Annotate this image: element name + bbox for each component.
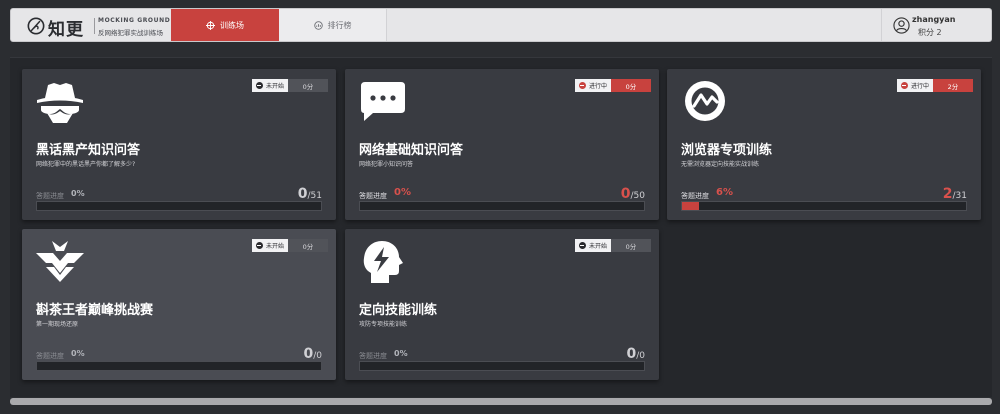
progress-percent: 0% <box>71 349 85 358</box>
card-subtitle: 网络犯罪中的黑话黑产你都了解多少? <box>36 161 136 168</box>
logo-icon <box>27 17 45 35</box>
progress-done: 2 <box>942 186 953 202</box>
card-subtitle: 无需浏览器定向技能实战训练 <box>681 161 760 168</box>
logo-name: 知更 <box>48 20 84 40</box>
card-subtitle: 第一期现场还原 <box>36 321 79 328</box>
training-card-tea-champion[interactable]: 未开始 0分 斟茶王者巅峰挑战赛 第一期现场还原 答题进度 0% 0/0 <box>22 229 336 380</box>
card-title: 网络基础知识问答 <box>359 143 464 158</box>
status-dot-icon <box>255 82 263 89</box>
card-title: 定向技能训练 <box>359 303 438 318</box>
crosshair-icon <box>206 21 215 30</box>
status-dot-icon <box>255 242 263 249</box>
progress-count: 0/50 <box>621 183 645 202</box>
progress-bar <box>36 201 322 211</box>
status-dot-icon <box>578 242 586 249</box>
progress-bar-fill <box>682 202 700 210</box>
card-title: 斟茶王者巅峰挑战赛 <box>36 303 154 318</box>
progress-total: /0 <box>636 351 645 361</box>
emblem-icon <box>36 241 84 282</box>
tab-training-ground[interactable]: 训练场 <box>171 9 279 41</box>
training-card-grid: 未开始 0分 黑话黑产知识问答 网络犯罪中的黑话黑产你都了解多少? 答题进度 0… <box>10 57 992 397</box>
logo-divider <box>94 18 95 34</box>
score-badge: 0分 <box>611 239 651 252</box>
progress-count: 2/31 <box>943 183 967 202</box>
progress-label: 答题进度 <box>359 192 387 200</box>
progress-percent: 0% <box>394 349 408 358</box>
card-title: 黑话黑产知识问答 <box>36 143 141 158</box>
progress-label: 答题进度 <box>359 352 387 360</box>
training-card-network-basics[interactable]: 进行中 0分 网络基础知识问答 网络犯罪小知识问答 答题进度 0% 0/50 <box>345 69 659 220</box>
progress-bar <box>359 201 645 211</box>
progress-done: 0 <box>303 346 314 362</box>
status-badge: 未开始 0分 <box>574 239 651 252</box>
status-label: 进行中 <box>910 83 929 90</box>
tab-leaderboard-label: 排行榜 <box>327 21 352 30</box>
user-score: 积分 2 <box>918 28 942 37</box>
status-dot-icon <box>578 82 586 89</box>
user-profile[interactable]: zhangyan 积分 2 <box>881 9 991 41</box>
spy-icon <box>37 83 83 123</box>
progress-bar <box>359 361 645 371</box>
card-subtitle: 网络犯罪小知识问答 <box>359 161 414 168</box>
tab-leaderboard[interactable]: 排行榜 <box>279 9 387 41</box>
status-badge: 进行中 0分 <box>574 79 651 92</box>
progress-done: 0 <box>620 186 631 202</box>
progress-total: /0 <box>313 351 322 361</box>
horizontal-scrollbar[interactable] <box>10 398 992 405</box>
progress-label: 答题进度 <box>36 352 64 360</box>
logo[interactable]: 知更 MOCKING GROUND 反网络犯罪实战训练场 <box>11 9 171 41</box>
progress-bar <box>681 201 967 211</box>
top-navigation-bar: 知更 MOCKING GROUND 反网络犯罪实战训练场 训练场 排行榜 zha… <box>10 8 992 42</box>
training-card-jargon-quiz[interactable]: 未开始 0分 黑话黑产知识问答 网络犯罪中的黑话黑产你都了解多少? 答题进度 0… <box>22 69 336 220</box>
progress-label: 答题进度 <box>36 192 64 200</box>
progress-percent: 0% <box>394 187 411 198</box>
progress-total: /50 <box>630 191 645 201</box>
progress-total: /51 <box>307 191 322 201</box>
progress-done: 0 <box>626 346 637 362</box>
progress-total: /31 <box>952 191 967 201</box>
progress-bar <box>36 361 322 371</box>
rank-icon <box>313 21 323 30</box>
progress-done: 0 <box>297 186 308 202</box>
card-title: 浏览器专项训练 <box>681 143 773 158</box>
brain-bolt-icon <box>363 241 403 283</box>
user-name: zhangyan <box>912 15 956 24</box>
status-label: 未开始 <box>265 243 284 250</box>
score-badge: 2分 <box>933 79 973 92</box>
training-card-directed-skills[interactable]: 未开始 0分 定向技能训练 攻防专项技能训练 答题进度 0% 0/0 <box>345 229 659 380</box>
progress-count: 0/0 <box>626 343 645 362</box>
training-card-browser[interactable]: 进行中 2分 浏览器专项训练 无需浏览器定向技能实战训练 答题进度 6% 2/3… <box>667 69 981 220</box>
status-label: 未开始 <box>588 243 607 250</box>
progress-percent: 6% <box>716 187 733 198</box>
score-badge: 0分 <box>288 79 328 92</box>
card-subtitle: 攻防专项技能训练 <box>359 321 408 328</box>
chat-bubble-icon <box>361 82 405 121</box>
progress-count: 0/0 <box>303 343 322 362</box>
logo-subtitle: 反网络犯罪实战训练场 <box>98 29 163 37</box>
status-label: 进行中 <box>588 83 607 90</box>
status-badge: 未开始 0分 <box>251 239 328 252</box>
score-badge: 0分 <box>611 79 651 92</box>
user-avatar-icon <box>893 17 910 34</box>
tab-training-ground-label: 训练场 <box>220 21 244 30</box>
status-badge: 未开始 0分 <box>251 79 328 92</box>
status-badge: 进行中 2分 <box>896 79 973 92</box>
progress-label: 答题进度 <box>681 192 709 200</box>
progress-percent: 0% <box>71 189 85 198</box>
status-dot-icon <box>900 82 908 89</box>
progress-count: 0/51 <box>298 183 322 202</box>
score-badge: 0分 <box>288 239 328 252</box>
status-label: 未开始 <box>265 83 284 90</box>
browser-icon <box>685 81 725 121</box>
logo-english: MOCKING GROUND <box>98 17 171 24</box>
